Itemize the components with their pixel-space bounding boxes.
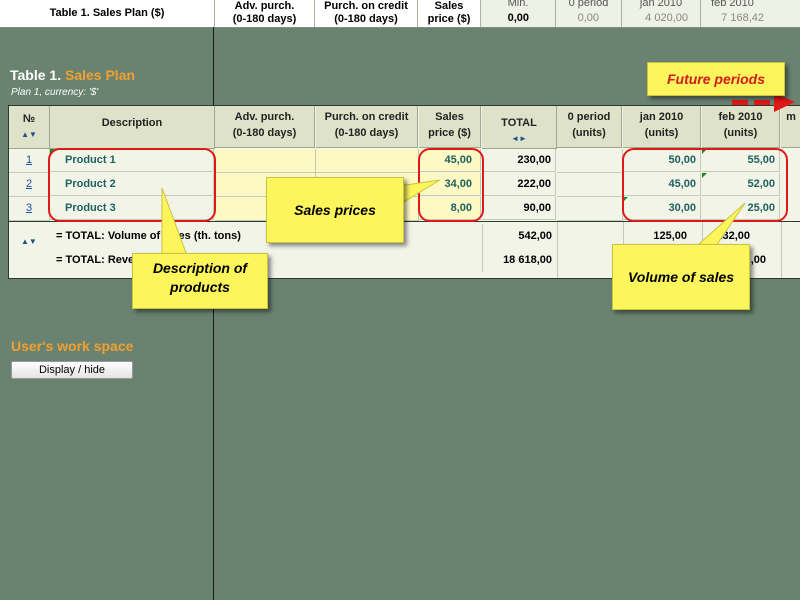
volume-callout: Volume of sales bbox=[612, 244, 750, 310]
display-hide-button[interactable]: Display / hide bbox=[11, 361, 133, 379]
col-header-no-label: № bbox=[22, 113, 36, 125]
total-volume-value: 542,00 bbox=[482, 224, 556, 248]
page-title: Table 1. Sales Plan bbox=[10, 67, 135, 83]
frozen-min-value: 0,00 bbox=[507, 12, 529, 24]
col-header-adv: Adv. purch. (0-180 days) bbox=[215, 106, 315, 148]
frozen-col-zero-label: 0 period bbox=[568, 0, 609, 9]
page-title-prefix: Table 1. bbox=[10, 67, 62, 83]
future-periods-callout: Future periods bbox=[647, 62, 785, 96]
sales-prices-callout: Sales prices bbox=[266, 177, 404, 243]
col-header-price: Sales price ($) bbox=[419, 106, 481, 148]
col-header-jan: jan 2010 (units) bbox=[623, 106, 701, 148]
prices-highlight bbox=[418, 148, 484, 222]
col-header-cut: m bbox=[781, 106, 800, 148]
row-total-cell: 222,00 bbox=[482, 173, 556, 196]
col-header-description: Description bbox=[50, 106, 215, 149]
total-revenue-value: 18 618,00 bbox=[482, 248, 556, 272]
zero-period-cell[interactable] bbox=[557, 173, 623, 197]
col-header-zero-period: 0 period (units) bbox=[557, 106, 622, 148]
frozen-col-adv: Adv. purch. (0-180 days) bbox=[215, 0, 315, 27]
divider bbox=[557, 222, 558, 278]
page-title-accent: Sales Plan bbox=[64, 67, 136, 83]
row-number-link[interactable]: 3 bbox=[9, 197, 50, 221]
col-header-total[interactable]: TOTAL ◄► bbox=[482, 106, 557, 149]
frozen-col-credit: Purch. on credit (0-180 days) bbox=[315, 0, 418, 27]
col-header-credit: Purch. on credit (0-180 days) bbox=[316, 106, 418, 148]
frozen-title: Table 1. Sales Plan ($) bbox=[0, 0, 215, 27]
zero-period-cell[interactable] bbox=[557, 149, 623, 173]
col-header-feb: feb 2010 (units) bbox=[702, 106, 780, 148]
frozen-col-feb-label: feb 2010 bbox=[711, 0, 754, 9]
frozen-col-feb: feb 2010 7 168,42 bbox=[701, 0, 800, 27]
description-callout: Description of products bbox=[132, 253, 268, 309]
frozen-header: Table 1. Sales Plan ($) Adv. purch. (0-1… bbox=[0, 0, 800, 28]
frozen-col-price: Sales price ($) bbox=[418, 0, 481, 27]
frozen-zero-value: 0,00 bbox=[577, 12, 599, 24]
row-number-link[interactable]: 2 bbox=[9, 173, 50, 197]
col-header-total-label: TOTAL bbox=[501, 117, 537, 129]
row-number-link[interactable]: 1 bbox=[9, 149, 50, 173]
workspace-title: User's work space bbox=[11, 338, 134, 354]
row-total-cell: 230,00 bbox=[482, 149, 556, 172]
frozen-col-min-label: Min. bbox=[507, 0, 529, 9]
frozen-col-zero: 0 period 0,00 bbox=[556, 0, 622, 27]
scroll-arrows-icon[interactable]: ◄► bbox=[482, 131, 556, 147]
volume-highlight bbox=[622, 148, 788, 222]
totals-sort-arrows-icon[interactable]: ▲▼ bbox=[21, 230, 37, 254]
frozen-col-min: Min. 0,00 bbox=[481, 0, 556, 27]
row-total-cell: 90,00 bbox=[482, 197, 556, 220]
frozen-jan-value: 4 020,00 bbox=[645, 12, 688, 24]
sort-arrows-icon[interactable]: ▲▼ bbox=[9, 127, 49, 143]
description-highlight bbox=[48, 148, 216, 222]
frozen-col-jan: jan 2010 4 020,00 bbox=[622, 0, 701, 27]
frozen-col-jan-label: jan 2010 bbox=[639, 0, 683, 9]
adv-purch-cell[interactable] bbox=[215, 149, 316, 173]
col-header-no[interactable]: № ▲▼ bbox=[9, 106, 50, 149]
page-subtitle: Plan 1, currency: '$' bbox=[11, 87, 99, 98]
divider bbox=[781, 222, 782, 278]
credit-purch-cell[interactable] bbox=[316, 149, 419, 173]
frozen-feb-value: 7 168,42 bbox=[721, 12, 764, 24]
total-volume-label: = TOTAL: Volume of sales (th. tons) bbox=[56, 230, 241, 242]
zero-period-cell[interactable] bbox=[557, 197, 623, 221]
